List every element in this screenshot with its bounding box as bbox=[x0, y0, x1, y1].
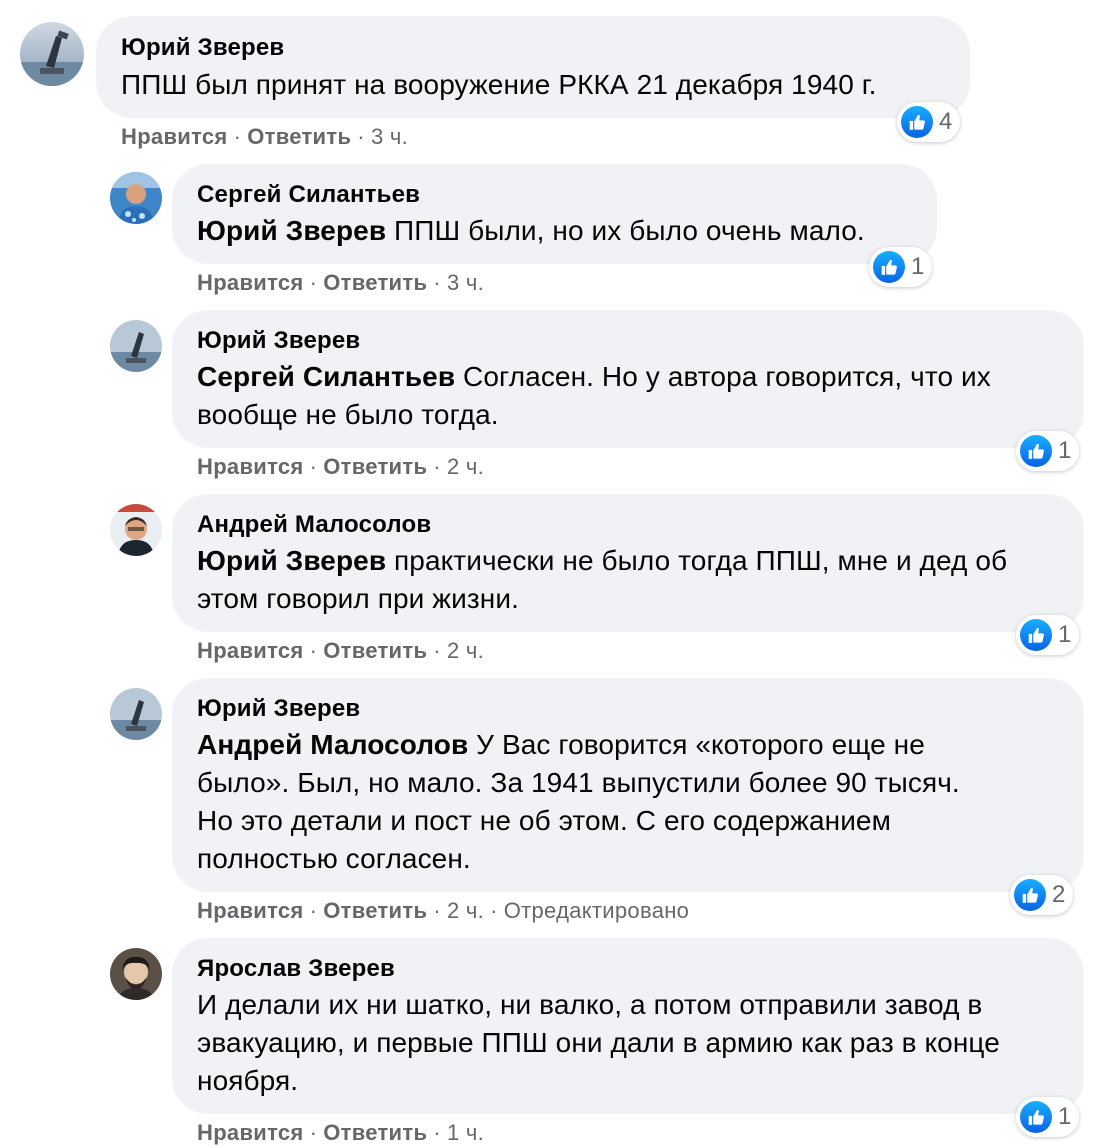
comment-time[interactable]: 2 ч. bbox=[447, 454, 484, 479]
comment-time[interactable]: 3 ч. bbox=[447, 270, 484, 295]
mention-link[interactable]: Юрий Зверев bbox=[197, 545, 386, 576]
comment-time[interactable]: 3 ч. bbox=[371, 124, 408, 149]
comment-actions: Нравится · Ответить · 3 ч. bbox=[197, 270, 485, 295]
comment-actions: Нравится · Ответить · 2 ч. · Отредактировано bbox=[197, 898, 690, 923]
reply-comment: Андрей Малосолов Юрий Зверев практически… bbox=[0, 490, 1106, 674]
mention-link[interactable]: Юрий Зверев bbox=[197, 215, 386, 246]
comment-body: ППШ были, но их было очень мало. bbox=[394, 215, 865, 246]
reaction-count: 1 bbox=[911, 253, 925, 280]
comment-time[interactable]: 2 ч. bbox=[447, 638, 484, 663]
edited-label: Отредактировано bbox=[503, 898, 690, 923]
reply-link[interactable]: Ответить bbox=[323, 270, 427, 295]
reply-comment: Юрий Зверев Сергей Силантьев Согласен. Н… bbox=[0, 306, 1106, 490]
comment-author[interactable]: Юрий Зверев bbox=[197, 327, 360, 355]
thumbs-up-icon bbox=[1020, 619, 1052, 651]
like-link[interactable]: Нравится bbox=[121, 124, 228, 149]
thumbs-up-icon bbox=[901, 106, 933, 138]
comment-text: Юрий Зверев ППШ были, но их было очень м… bbox=[197, 212, 917, 250]
comment-thread: Юрий Зверев ППШ был принят на вооружение… bbox=[0, 0, 1106, 1148]
reaction-badge[interactable]: 1 bbox=[1016, 431, 1080, 471]
reaction-badge[interactable]: 4 bbox=[897, 102, 961, 142]
comment-text: И делали их ни шатко, ни валко, а потом … bbox=[197, 986, 1067, 1100]
reaction-badge[interactable]: 1 bbox=[1016, 1097, 1080, 1137]
comment-author[interactable]: Юрий Зверев bbox=[121, 34, 284, 62]
avatar[interactable] bbox=[110, 504, 162, 556]
reply-comment: Ярослав Зверев И делали их ни шатко, ни … bbox=[0, 934, 1106, 1148]
reaction-count: 1 bbox=[1058, 621, 1072, 648]
thumbs-up-icon bbox=[1014, 879, 1046, 911]
reply-link[interactable]: Ответить bbox=[323, 454, 427, 479]
comment-actions: Нравится · Ответить · 3 ч. bbox=[121, 124, 409, 149]
comment-actions: Нравится · Ответить · 2 ч. bbox=[197, 638, 485, 663]
reaction-badge[interactable]: 1 bbox=[869, 247, 933, 287]
avatar[interactable] bbox=[20, 22, 84, 86]
reaction-count: 4 bbox=[939, 108, 953, 135]
thumbs-up-icon bbox=[1020, 1101, 1052, 1133]
reaction-count: 1 bbox=[1058, 1103, 1072, 1130]
comment-author[interactable]: Андрей Малосолов bbox=[197, 511, 431, 539]
comment-text: Андрей Малосолов У Вас говорится «которо… bbox=[197, 726, 997, 878]
comment-actions: Нравится · Ответить · 2 ч. bbox=[197, 454, 485, 479]
reply-comment: Юрий Зверев Андрей Малосолов У Вас говор… bbox=[0, 674, 1106, 934]
comment-body: ППШ был принят на вооружение РККА 21 дек… bbox=[121, 69, 877, 100]
comment-author[interactable]: Юрий Зверев bbox=[197, 695, 360, 723]
like-link[interactable]: Нравится bbox=[197, 454, 304, 479]
avatar[interactable] bbox=[110, 688, 162, 740]
reply-link[interactable]: Ответить bbox=[323, 638, 427, 663]
avatar[interactable] bbox=[110, 320, 162, 372]
reaction-badge[interactable]: 1 bbox=[1016, 615, 1080, 655]
comment-body: И делали их ни шатко, ни валко, а потом … bbox=[197, 989, 1000, 1096]
like-link[interactable]: Нравится bbox=[197, 898, 304, 923]
comment-text: ППШ был принят на вооружение РККА 21 дек… bbox=[121, 66, 961, 104]
avatar[interactable] bbox=[110, 948, 162, 1000]
like-link[interactable]: Нравится bbox=[197, 638, 304, 663]
reply-comment: Сергей Силантьев Юрий Зверев ППШ были, н… bbox=[0, 160, 1106, 306]
thumbs-up-icon bbox=[1020, 435, 1052, 467]
mention-link[interactable]: Сергей Силантьев bbox=[197, 361, 455, 392]
comment-time[interactable]: 1 ч. bbox=[447, 1120, 484, 1145]
reaction-badge[interactable]: 2 bbox=[1010, 875, 1074, 915]
reaction-count: 2 bbox=[1052, 881, 1066, 908]
comment-author[interactable]: Ярослав Зверев bbox=[197, 955, 395, 983]
reply-link[interactable]: Ответить bbox=[323, 1120, 427, 1145]
thumbs-up-icon bbox=[873, 251, 905, 283]
comment-author[interactable]: Сергей Силантьев bbox=[197, 181, 420, 209]
reaction-count: 1 bbox=[1058, 437, 1072, 464]
like-link[interactable]: Нравится bbox=[197, 1120, 304, 1145]
reply-link[interactable]: Ответить bbox=[247, 124, 351, 149]
avatar[interactable] bbox=[110, 172, 162, 224]
like-link[interactable]: Нравится bbox=[197, 270, 304, 295]
reply-link[interactable]: Ответить bbox=[323, 898, 427, 923]
comment-text: Юрий Зверев практически не было тогда ПП… bbox=[197, 542, 1067, 618]
comment-text: Сергей Силантьев Согласен. Но у автора г… bbox=[197, 358, 1067, 434]
comment-actions: Нравится · Ответить · 1 ч. bbox=[197, 1120, 485, 1145]
comment-time[interactable]: 2 ч. bbox=[447, 898, 484, 923]
mention-link[interactable]: Андрей Малосолов bbox=[197, 729, 468, 760]
comment: Юрий Зверев ППШ был принят на вооружение… bbox=[0, 0, 1106, 160]
